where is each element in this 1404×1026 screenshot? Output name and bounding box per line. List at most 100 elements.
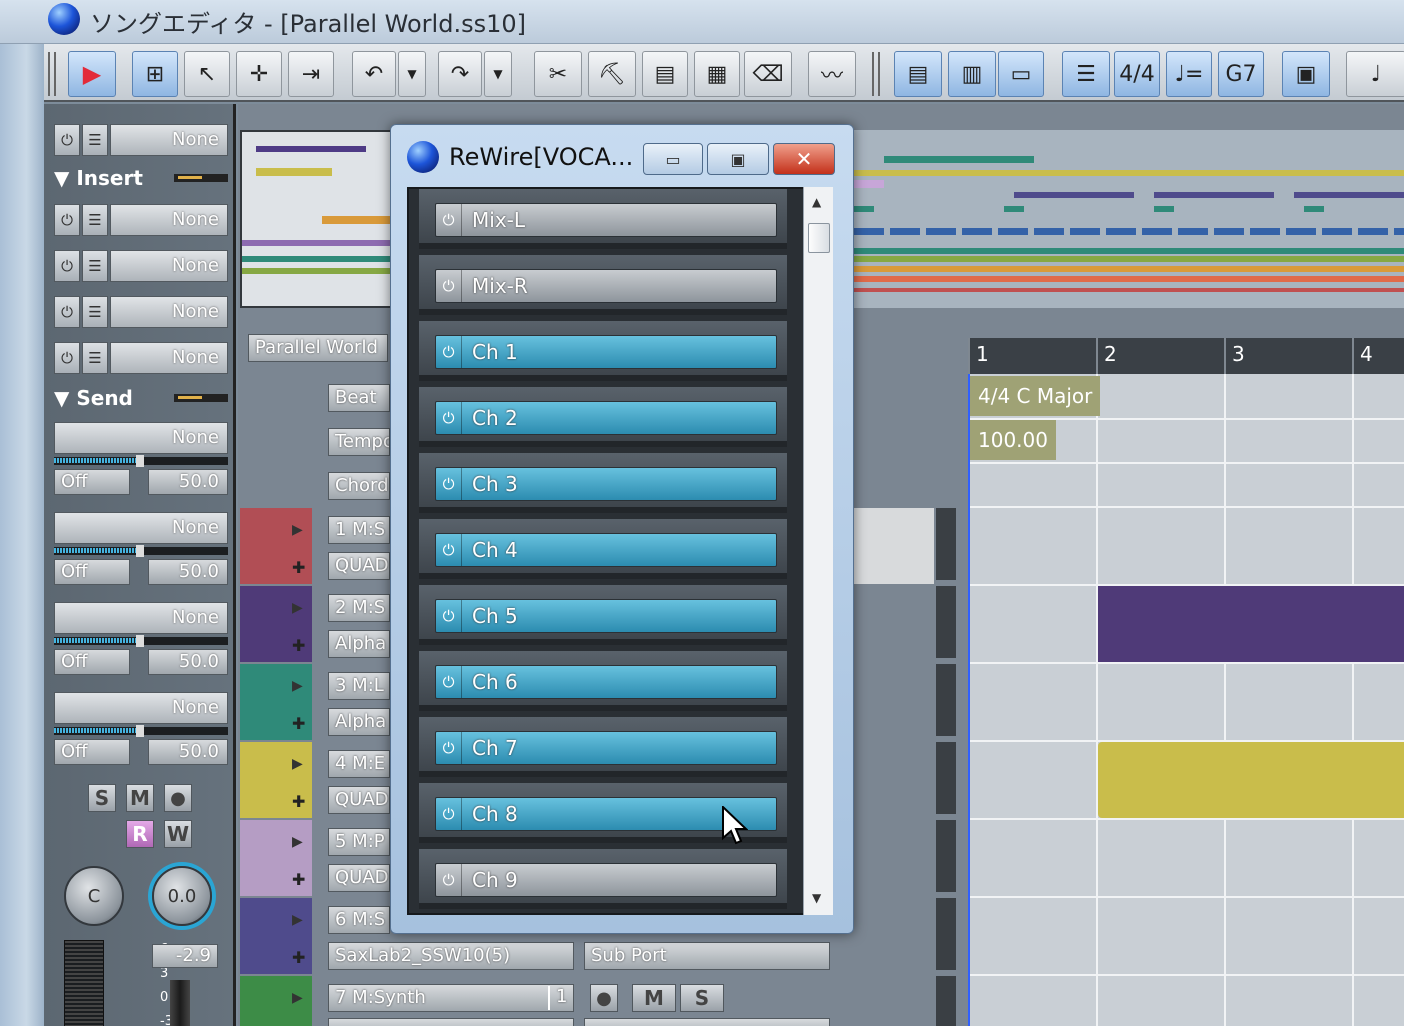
restore-button[interactable]: ▣ bbox=[707, 143, 769, 175]
tempo-event[interactable]: 100.00 bbox=[970, 420, 1056, 460]
track-port[interactable] bbox=[584, 1018, 830, 1026]
channel-toggle-button[interactable]: ⏻ Ch 4 bbox=[435, 533, 777, 567]
glue-tool-button[interactable]: ⛏ bbox=[588, 51, 636, 97]
insert-slot[interactable]: ⏻ ☰ None bbox=[54, 204, 228, 236]
marker-window-button[interactable]: ▣ bbox=[1282, 51, 1330, 97]
tempo-button[interactable]: ♩= bbox=[1166, 51, 1212, 97]
read-automation-button[interactable]: R bbox=[126, 820, 154, 848]
menu-icon[interactable]: ☰ bbox=[82, 250, 108, 282]
midi-clip[interactable] bbox=[1098, 586, 1404, 662]
song-name-field[interactable]: Parallel World bbox=[248, 334, 388, 362]
top-effect-slot[interactable]: ⏻ ☰ None bbox=[54, 124, 228, 156]
piano-roll-tool-button[interactable]: ▤ bbox=[642, 51, 688, 97]
expand-icon[interactable]: ▶ bbox=[292, 678, 303, 694]
add-icon[interactable]: ✚ bbox=[292, 870, 305, 889]
track-instrument[interactable]: Alpha bbox=[328, 708, 390, 736]
mute-button[interactable]: M bbox=[126, 784, 154, 812]
insert-slot[interactable]: ⏻ ☰ None bbox=[54, 296, 228, 328]
send-name[interactable]: None bbox=[54, 692, 228, 724]
send-value[interactable]: 50.0 bbox=[148, 649, 228, 675]
track-color-strip[interactable]: ▶ ✚ bbox=[240, 820, 312, 896]
track-color-strip[interactable]: ▶ ✚ bbox=[240, 664, 312, 740]
channel-list-scrollbar[interactable]: ▲ ▼ bbox=[803, 187, 833, 915]
channel-toggle-button[interactable]: ⏻ Ch 6 bbox=[435, 665, 777, 699]
power-icon[interactable]: ⏻ bbox=[436, 402, 462, 434]
toolbar-grip-2[interactable] bbox=[872, 52, 880, 96]
undo-button[interactable]: ↶ bbox=[352, 51, 396, 97]
chord-track-label[interactable]: Chord bbox=[328, 472, 390, 500]
channel-toggle-button[interactable]: ⏻ Ch 3 bbox=[435, 467, 777, 501]
track-name[interactable]: 2 M:S bbox=[328, 594, 390, 622]
channel-toggle-button[interactable]: ⏻ Ch 2 bbox=[435, 401, 777, 435]
power-icon[interactable]: ⏻ bbox=[54, 124, 80, 156]
track-color-strip[interactable]: ▶ ✚ bbox=[240, 898, 312, 974]
track-name[interactable]: 6 M:S bbox=[328, 906, 390, 934]
top-slot-name[interactable]: None bbox=[110, 124, 228, 156]
track-name[interactable]: 3 M:L bbox=[328, 672, 390, 700]
send-mode[interactable]: Off bbox=[54, 469, 130, 495]
add-pointer-tool-button[interactable]: ✛ bbox=[236, 51, 282, 97]
beat-key-event[interactable]: 4/4 C Major bbox=[970, 376, 1101, 416]
track-instrument[interactable]: QUAD bbox=[328, 786, 390, 814]
redo-button[interactable]: ↷ bbox=[438, 51, 482, 97]
expand-icon[interactable]: ▶ bbox=[292, 756, 303, 772]
channel-toggle-button[interactable]: ⏻ Ch 9 bbox=[435, 863, 777, 897]
pan-knob[interactable]: C bbox=[64, 866, 124, 926]
track-instrument[interactable]: SaxLab2_SSW10(5) bbox=[328, 942, 574, 970]
track-instrument[interactable]: QUAD bbox=[328, 552, 390, 580]
expand-icon[interactable]: ▶ bbox=[292, 522, 303, 538]
insert-slot[interactable]: ⏻ ☰ None bbox=[54, 250, 228, 282]
insert-slot-name[interactable]: None bbox=[110, 342, 228, 374]
playhead[interactable] bbox=[968, 374, 970, 1026]
tempo-track-label[interactable]: Tempo bbox=[328, 428, 390, 456]
power-icon[interactable]: ⏻ bbox=[436, 534, 462, 566]
power-icon[interactable]: ⏻ bbox=[436, 864, 462, 896]
menu-icon[interactable]: ☰ bbox=[82, 124, 108, 156]
add-icon[interactable]: ✚ bbox=[292, 558, 305, 577]
track-color-strip[interactable]: ▶ bbox=[240, 976, 312, 1026]
volume-fader[interactable] bbox=[170, 980, 190, 1026]
midi-clip[interactable] bbox=[1098, 742, 1404, 818]
power-icon[interactable]: ⏻ bbox=[54, 296, 80, 328]
trim-tool-button[interactable]: ⇥ bbox=[288, 51, 334, 97]
scissors-tool-button[interactable]: ✂ bbox=[534, 51, 582, 97]
play-button[interactable]: ▶ bbox=[68, 51, 116, 97]
midi-edit-tool-button[interactable]: ▦ bbox=[694, 51, 740, 97]
power-icon[interactable]: ⏻ bbox=[436, 336, 462, 368]
power-icon[interactable]: ⏻ bbox=[436, 600, 462, 632]
expand-icon[interactable]: ▶ bbox=[292, 600, 303, 616]
sub-port-field[interactable]: Sub Port bbox=[584, 942, 830, 970]
track-mute-button[interactable]: M bbox=[632, 984, 676, 1012]
send-value[interactable]: 50.0 bbox=[148, 559, 228, 585]
track-name[interactable]: 4 M:E bbox=[328, 750, 390, 778]
piano-roll-window-button[interactable]: ▥ bbox=[948, 51, 996, 97]
track-name[interactable]: 1 M:S bbox=[328, 516, 390, 544]
timeline-grid[interactable]: 4/4 C Major 100.00 bbox=[968, 374, 1404, 1026]
track-color-strip[interactable]: ▶ ✚ bbox=[240, 586, 312, 662]
redo-dropdown-button[interactable]: ▼ bbox=[484, 51, 512, 97]
channel-toggle-button[interactable]: ⏻ Ch 7 bbox=[435, 731, 777, 765]
send-name[interactable]: None bbox=[54, 422, 228, 454]
send-name[interactable]: None bbox=[54, 602, 228, 634]
send-mode[interactable]: Off bbox=[54, 559, 130, 585]
add-icon[interactable]: ✚ bbox=[292, 714, 305, 733]
channel-toggle-button[interactable]: ⏻ Mix-R bbox=[435, 269, 777, 303]
solo-button[interactable]: S bbox=[88, 784, 116, 812]
add-icon[interactable]: ✚ bbox=[292, 636, 305, 655]
menu-icon[interactable]: ☰ bbox=[82, 342, 108, 374]
power-icon[interactable]: ⏻ bbox=[54, 204, 80, 236]
insert-slot-name[interactable]: None bbox=[110, 250, 228, 282]
power-icon[interactable]: ⏻ bbox=[436, 204, 462, 236]
track-instrument[interactable]: QUAD bbox=[328, 864, 390, 892]
mixer-window-button[interactable]: ▤ bbox=[894, 51, 942, 97]
track-instrument[interactable]: Alpha bbox=[328, 630, 390, 658]
level-readout[interactable]: -2.9 bbox=[152, 944, 218, 968]
minimize-button[interactable]: ▭ bbox=[643, 143, 703, 175]
audio-wave-button[interactable]: 〰 bbox=[808, 51, 856, 97]
power-icon[interactable]: ⏻ bbox=[436, 666, 462, 698]
send-name[interactable]: None bbox=[54, 512, 228, 544]
channel-toggle-button[interactable]: ⏻ Ch 5 bbox=[435, 599, 777, 633]
record-arm-icon[interactable]: ● bbox=[164, 784, 192, 812]
track-color-strip[interactable]: ▶ ✚ bbox=[240, 742, 312, 818]
send-level-slider[interactable] bbox=[54, 725, 228, 737]
